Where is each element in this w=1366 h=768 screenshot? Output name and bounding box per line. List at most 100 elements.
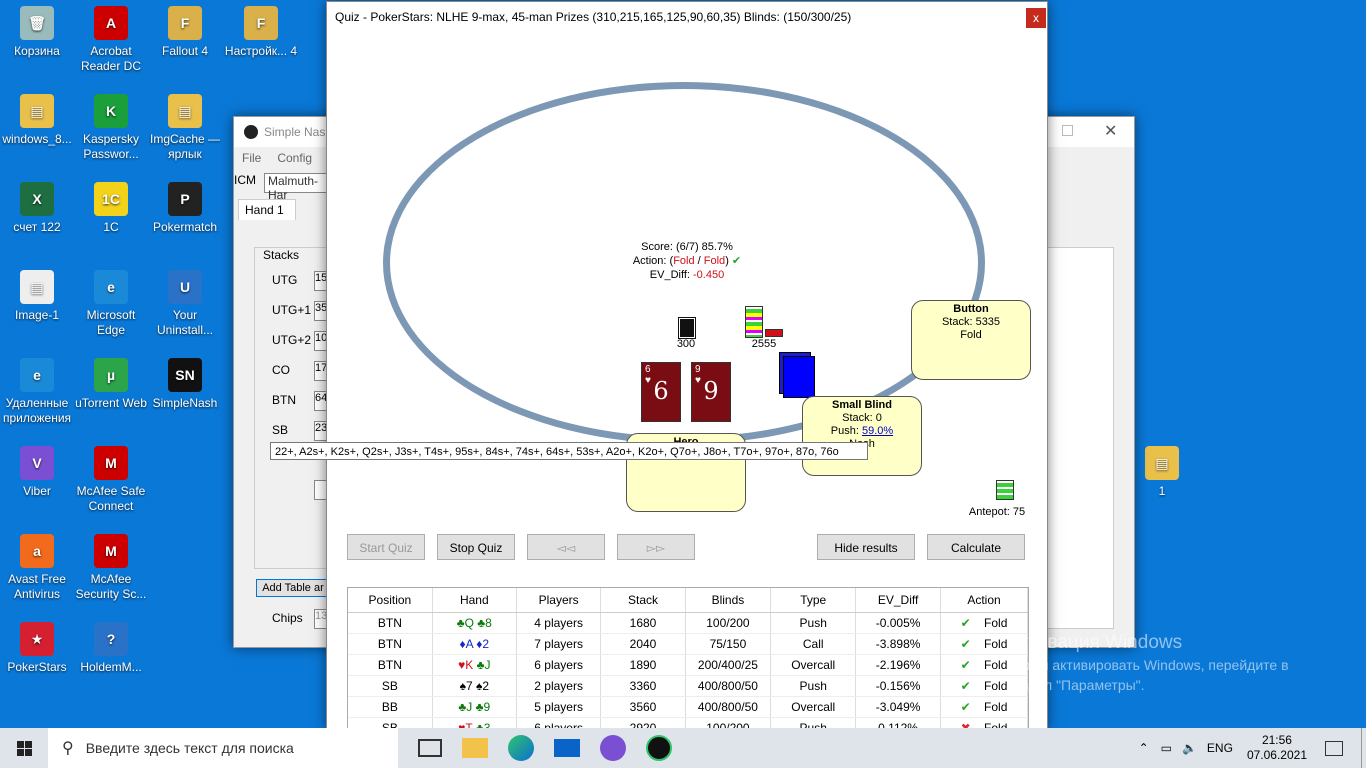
- antepot-text: Antepot: 75: [968, 506, 1026, 518]
- desktop-icon[interactable]: a Avast Free Antivirus: [0, 534, 74, 602]
- mail-icon[interactable]: [554, 739, 580, 757]
- table-row[interactable]: BTN ♥K ♣J 6 players 1890 200/400/25 Overcall -…: [348, 654, 1028, 676]
- table-cell: ♥K ♣J: [432, 654, 517, 676]
- desktop-icon-label: ImgCache — ярлык: [149, 132, 221, 161]
- add-table-button[interactable]: Add Table ar: [256, 579, 330, 597]
- tab-hand-1[interactable]: Hand 1: [238, 199, 296, 220]
- desktop-icon[interactable]: A Acrobat Reader DC: [74, 6, 148, 74]
- desktop-icon[interactable]: U Your Uninstall...: [148, 270, 222, 338]
- table-row[interactable]: BTN ♦A ♦2 7 players 2040 75/150 Call -3.898% ✔ …: [348, 633, 1028, 655]
- app-icon: ▤: [1145, 446, 1179, 480]
- desktop-icon[interactable]: 1С 1С: [74, 182, 148, 235]
- stop-quiz-button[interactable]: Stop Quiz: [437, 534, 515, 560]
- column-header[interactable]: Position: [348, 588, 433, 613]
- table-cell: 1890: [600, 654, 686, 676]
- file-explorer-icon[interactable]: [462, 738, 488, 758]
- desktop-icon[interactable]: M McAfee Safe Connect: [74, 446, 148, 514]
- column-header[interactable]: Action: [940, 588, 1028, 613]
- calculate-button[interactable]: Calculate: [927, 534, 1025, 560]
- push-range-link[interactable]: 59.0%: [862, 425, 893, 437]
- menu-file[interactable]: File: [242, 151, 261, 165]
- notifications-icon[interactable]: [1325, 740, 1343, 756]
- table-row[interactable]: SB ♠7 ♠2 2 players 3360 400/800/50 Push -0.156…: [348, 675, 1028, 697]
- desktop-icon[interactable]: 🗑 Корзина: [0, 6, 74, 59]
- desktop-icon[interactable]: µ uTorrent Web: [74, 358, 148, 411]
- desktop-icon[interactable]: ? HoldemM...: [74, 622, 148, 675]
- table-cell: ✔ Fold: [940, 696, 1028, 718]
- desktop-icon[interactable]: F Fallout 4: [148, 6, 222, 59]
- table-cell: 7 players: [516, 633, 602, 655]
- pot-right: 2555: [751, 338, 777, 350]
- clock[interactable]: 21:56 07.06.2021: [1247, 733, 1307, 763]
- range-tooltip: 22+, A2s+, K2s+, Q2s+, J3s+, T4s+, 95s+,…: [270, 442, 868, 460]
- network-icon[interactable]: ▭: [1161, 741, 1172, 755]
- close-icon[interactable]: ✕: [1104, 121, 1117, 141]
- app-icon: K: [94, 94, 128, 128]
- check-icon: ✔: [731, 255, 742, 267]
- simplenash-icon[interactable]: [646, 735, 672, 761]
- app-icon: e: [94, 270, 128, 304]
- seat-small-blind[interactable]: Small Blind Stack: 0 Push: 59.0% Nash: [802, 396, 922, 476]
- table-row[interactable]: BTN ♣Q ♣8 4 players 1680 100/200 Push -0.005% ✔…: [348, 612, 1028, 634]
- table-cell: ♦A ♦2: [432, 633, 517, 655]
- desktop-icon[interactable]: M McAfee Security Sc...: [74, 534, 148, 602]
- desktop-icon-label: McAfee Security Sc...: [75, 572, 147, 601]
- desktop-icon[interactable]: F Настройк... 4: [224, 6, 298, 59]
- forward-button[interactable]: ▻▻: [617, 534, 695, 560]
- desktop-icon[interactable]: SN SimpleNash: [148, 358, 222, 411]
- maximize-icon[interactable]: [1062, 125, 1073, 136]
- volume-icon[interactable]: 🔈: [1182, 741, 1197, 755]
- desktop-icon[interactable]: ★ PokerStars: [0, 622, 74, 675]
- column-header[interactable]: Hand: [432, 588, 517, 613]
- desktop-icon[interactable]: ▤ Image-1: [0, 270, 74, 323]
- start-button[interactable]: [0, 728, 48, 768]
- column-header[interactable]: Blinds: [685, 588, 772, 613]
- table-cell: BB: [348, 696, 433, 718]
- hide-results-button[interactable]: Hide results: [817, 534, 915, 560]
- language-indicator[interactable]: ENG: [1207, 741, 1233, 755]
- score-block: Score: (6/7) 85.7% Action: (Fold / Fold)…: [577, 240, 797, 282]
- viber-icon[interactable]: [600, 735, 626, 761]
- ev-diff-text: EV_Diff: -0.450: [649, 269, 725, 281]
- desktop-icon[interactable]: ▤ windows_8...: [0, 94, 74, 147]
- desktop-icon-label: PokerStars: [7, 660, 67, 674]
- column-header[interactable]: Stack: [600, 588, 686, 613]
- show-desktop[interactable]: [1361, 728, 1366, 768]
- table-cell: Push: [770, 675, 857, 697]
- app-icon: X: [20, 182, 54, 216]
- desktop-icon[interactable]: V Viber: [0, 446, 74, 499]
- quiz-close-button[interactable]: x: [1026, 8, 1046, 28]
- card-deck-icon: [783, 356, 815, 398]
- column-header[interactable]: Players: [516, 588, 602, 613]
- table-cell: 3360: [600, 675, 686, 697]
- windows-icon: [16, 740, 32, 756]
- edge-icon[interactable]: [508, 735, 534, 761]
- quiz-titlebar[interactable]: Quiz - PokerStars: NLHE 9-max, 45-man Pr…: [327, 2, 1047, 32]
- seat-button[interactable]: Button Stack: 5335 Fold: [911, 300, 1031, 380]
- table-cell: ♣J ♣9: [432, 696, 517, 718]
- app-icon: 1С: [94, 182, 128, 216]
- back-button[interactable]: ◅◅: [527, 534, 605, 560]
- start-quiz-button[interactable]: Start Quiz: [347, 534, 425, 560]
- menu-config[interactable]: Config: [277, 151, 312, 165]
- column-header[interactable]: Type: [770, 588, 857, 613]
- desktop-icon[interactable]: ▤ 1: [1125, 446, 1199, 499]
- desktop-icon[interactable]: e Microsoft Edge: [74, 270, 148, 338]
- desktop-icon[interactable]: P Pokermatch: [148, 182, 222, 235]
- desktop-icon[interactable]: ▤ ImgCache — ярлык: [148, 94, 222, 162]
- column-header[interactable]: EV_Diff: [855, 588, 942, 613]
- taskbar-search[interactable]: ⚲ Введите здесь текст для поиска: [48, 728, 398, 768]
- table-row[interactable]: BB ♣J ♣9 5 players 3560 400/800/50 Overcall -3…: [348, 696, 1028, 718]
- desktop-icon-label: счет 122: [13, 220, 61, 234]
- hero-card-2: 9 ♥ 9: [691, 362, 731, 422]
- table-cell: BTN: [348, 612, 433, 634]
- icm-select[interactable]: Malmuth-Har: [264, 173, 335, 202]
- task-view-icon[interactable]: [418, 739, 442, 757]
- table-cell: -2.196%: [855, 654, 942, 676]
- desktop-icon[interactable]: e Удаленные приложения: [0, 358, 74, 426]
- desktop-icon[interactable]: Xсчет 122: [0, 182, 74, 235]
- desktop-icon[interactable]: K Kaspersky Passwor...: [74, 94, 148, 162]
- table-cell: SB: [348, 675, 433, 697]
- chevron-up-icon[interactable]: ⌃: [1139, 741, 1149, 755]
- desktop-icon-label: SimpleNash: [152, 396, 218, 410]
